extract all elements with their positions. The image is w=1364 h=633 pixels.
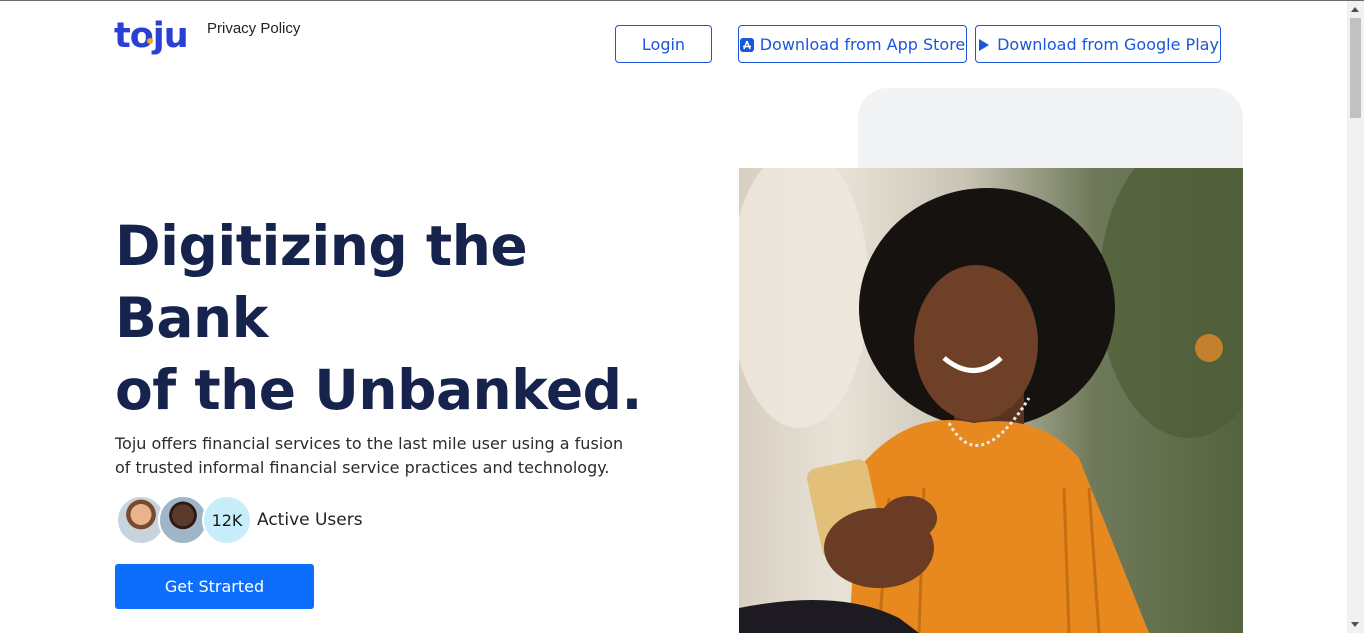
active-users-label: Active Users [257,510,363,530]
hero-photo [739,168,1243,633]
logo-text: toju [114,16,189,56]
get-started-button[interactable]: Get Strarted [115,564,314,609]
download-google-play-button[interactable]: Download from Google Play [975,25,1221,63]
google-play-button-label: Download from Google Play [997,34,1219,54]
vertical-scrollbar[interactable] [1347,1,1364,633]
hero-title: Digitizing the Bank of the Unbanked. [115,210,675,426]
app-store-icon [739,37,754,52]
app-store-button-label: Download from App Store [759,34,966,54]
privacy-policy-link[interactable]: Privacy Policy [207,20,300,37]
user-avatar [158,495,208,545]
hero-description: Toju offers financial services to the la… [115,434,624,477]
logo-accent-dot [147,38,153,44]
hero-title-line-2: Bank [115,286,268,350]
scroll-up-icon[interactable] [1351,7,1359,12]
get-started-button-label: Get Strarted [164,577,265,596]
download-app-store-button[interactable]: Download from App Store [738,25,967,63]
login-button[interactable]: Login [615,25,712,63]
login-button-label: Login [641,34,686,54]
google-play-icon [977,37,991,51]
toju-logo[interactable]: toju [114,16,189,56]
scrollbar-thumb[interactable] [1350,18,1361,118]
hero-title-line-3: of the Unbanked. [115,358,642,422]
window-top-border [0,0,1364,1]
users-count-badge: 12K [202,495,252,545]
hero-title-line-1: Digitizing the [115,214,528,278]
scroll-down-icon[interactable] [1351,622,1359,627]
